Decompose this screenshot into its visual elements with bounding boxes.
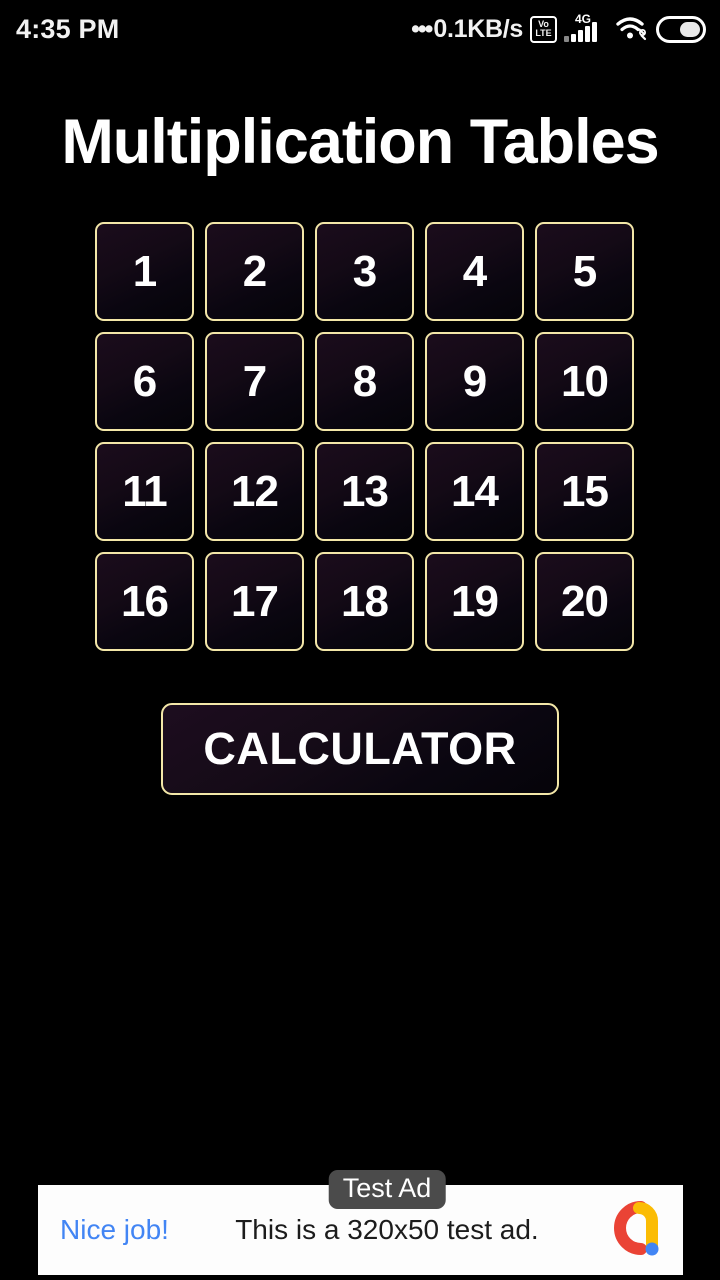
- test-ad-badge: Test Ad: [328, 1170, 446, 1209]
- table-tile-15[interactable]: 15: [535, 442, 634, 541]
- table-tile-7[interactable]: 7: [205, 332, 304, 431]
- ad-body-label: This is a 320x50 test ad.: [235, 1214, 539, 1245]
- battery-icon: [656, 15, 706, 43]
- network-speed-indicator: ••• 0.1KB/s: [411, 15, 523, 44]
- network-speed-value: 0.1KB/s: [433, 14, 523, 43]
- volte-icon: Vo LTE: [530, 15, 557, 43]
- ellipsis-icon: •••: [411, 14, 433, 43]
- table-tile-3[interactable]: 3: [315, 222, 414, 321]
- status-bar-icons: ••• 0.1KB/s Vo LTE 4G: [411, 12, 706, 44]
- table-tile-6[interactable]: 6: [95, 332, 194, 431]
- volte-bottom-label: LTE: [535, 28, 552, 38]
- wifi-icon: [615, 15, 649, 43]
- table-tile-2[interactable]: 2: [205, 222, 304, 321]
- ad-banner[interactable]: Nice job! Test Ad This is a 320x50 test …: [38, 1170, 683, 1275]
- table-tile-11[interactable]: 11: [95, 442, 194, 541]
- table-tile-18[interactable]: 18: [315, 552, 414, 651]
- table-tile-16[interactable]: 16: [95, 552, 194, 651]
- admob-logo-icon: [611, 1199, 667, 1261]
- multiplication-table-grid: 1 2 3 4 5 6 7 8 9 10 11 12 13 14 15 16 1…: [95, 222, 635, 651]
- status-bar: 4:35 PM ••• 0.1KB/s Vo LTE 4G: [0, 0, 720, 58]
- table-tile-14[interactable]: 14: [425, 442, 524, 541]
- status-bar-clock: 4:35 PM: [16, 13, 120, 44]
- table-tile-1[interactable]: 1: [95, 222, 194, 321]
- table-tile-8[interactable]: 8: [315, 332, 414, 431]
- table-tile-4[interactable]: 4: [425, 222, 524, 321]
- signal-bars-graphic: [564, 22, 597, 42]
- ad-headline[interactable]: Nice job!: [60, 1214, 169, 1246]
- table-tile-5[interactable]: 5: [535, 222, 634, 321]
- signal-bars-icon: 4G: [564, 12, 608, 44]
- ad-body-text: Test Ad This is a 320x50 test ad.: [169, 1170, 605, 1246]
- table-tile-10[interactable]: 10: [535, 332, 634, 431]
- table-tile-20[interactable]: 20: [535, 552, 634, 651]
- table-tile-12[interactable]: 12: [205, 442, 304, 541]
- table-tile-19[interactable]: 19: [425, 552, 524, 651]
- page-title: Multiplication Tables: [61, 107, 659, 177]
- table-tile-17[interactable]: 17: [205, 552, 304, 651]
- table-tile-9[interactable]: 9: [425, 332, 524, 431]
- calculator-button[interactable]: CALCULATOR: [161, 703, 559, 795]
- table-tile-13[interactable]: 13: [315, 442, 414, 541]
